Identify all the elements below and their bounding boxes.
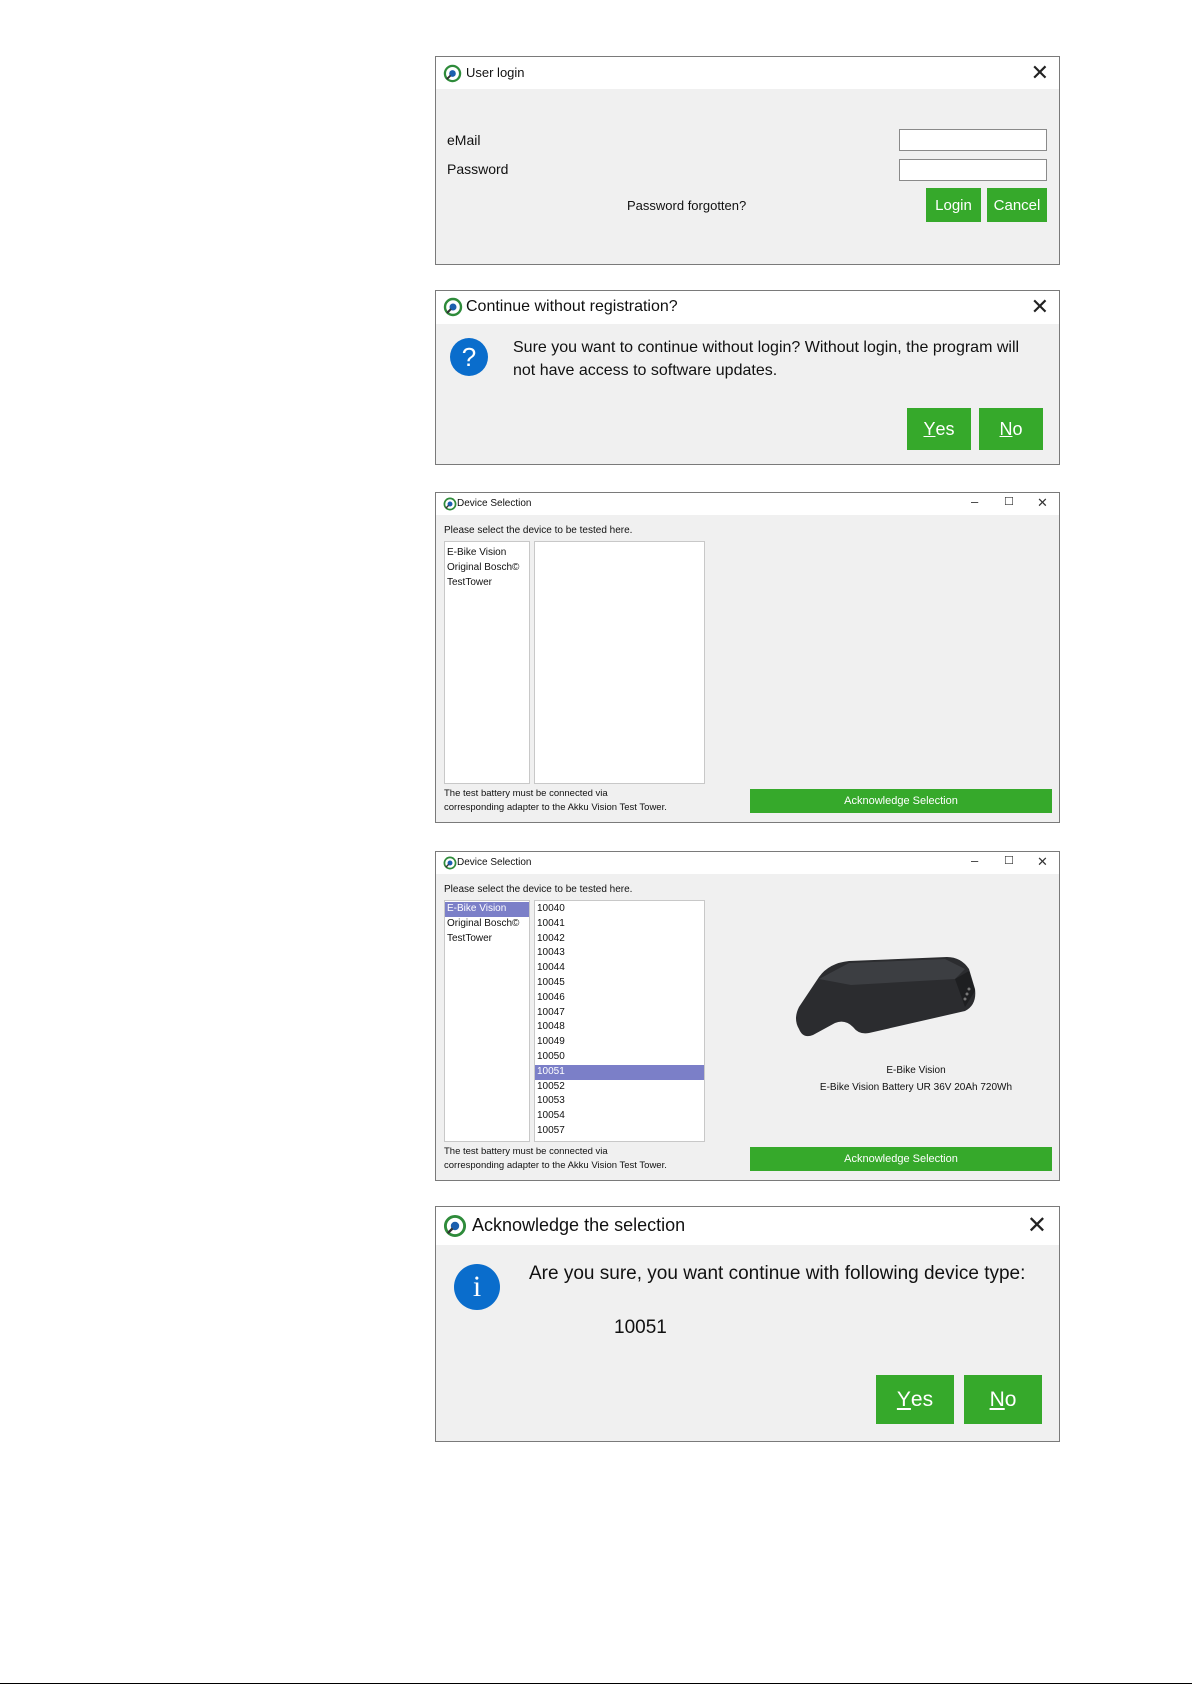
instruction-text: Please select the device to be tested he… (444, 525, 633, 536)
yes-mnemonic: Y (923, 418, 936, 439)
no-label: o (1012, 418, 1023, 439)
device-item-selected[interactable]: 10051 (535, 1064, 704, 1080)
device-item[interactable]: 10052 (535, 1080, 704, 1095)
close-icon[interactable]: ✕ (1031, 294, 1049, 320)
yes-button[interactable]: Yes (907, 408, 971, 450)
app-logo-icon (443, 497, 457, 511)
no-label: o (1004, 1387, 1017, 1411)
device-item[interactable]: 10057 (535, 1124, 704, 1139)
instruction-text: Please select the device to be tested he… (444, 884, 633, 895)
app-logo-icon (443, 297, 463, 317)
message-line-1: Sure you want to continue without login?… (513, 339, 1020, 356)
title-bar: Device Selection – ☐ ✕ (436, 493, 1059, 515)
window-title: Device Selection (457, 498, 532, 509)
acknowledge-selection-button[interactable]: Acknowledge Selection (750, 789, 1052, 813)
device-item[interactable]: 10045 (535, 976, 704, 991)
cancel-button[interactable]: Cancel (987, 188, 1047, 222)
password-field[interactable] (899, 159, 1047, 181)
category-list[interactable]: E-Bike Vision Original Bosch© TestTower (444, 541, 530, 784)
dialog-title: Continue without registration? (466, 298, 678, 315)
no-button[interactable]: No (964, 1375, 1042, 1424)
password-label: Password (447, 161, 509, 177)
minimize-icon[interactable]: – (971, 853, 978, 868)
category-item[interactable]: TestTower (445, 932, 529, 947)
login-button[interactable]: Login (926, 188, 981, 222)
password-forgotten-link[interactable]: Password forgotten? (627, 198, 746, 213)
note-line-2: corresponding adapter to the Akku Vision… (444, 802, 667, 813)
email-label: eMail (447, 132, 481, 148)
question-icon: ? (450, 338, 488, 376)
window-title: User login (466, 65, 525, 80)
no-button[interactable]: No (979, 408, 1043, 450)
device-item[interactable]: 10054 (535, 1109, 704, 1124)
close-icon[interactable]: ✕ (1037, 854, 1048, 870)
device-list[interactable] (534, 541, 705, 784)
device-item[interactable]: 10048 (535, 1020, 704, 1035)
device-item[interactable]: 10043 (535, 946, 704, 961)
yes-label: es (910, 1387, 934, 1411)
category-item[interactable]: TestTower (445, 576, 529, 591)
info-icon: i (454, 1264, 500, 1310)
title-bar: Acknowledge the selection ✕ (436, 1207, 1059, 1245)
title-bar: Continue without registration? ✕ (436, 291, 1059, 324)
dialog-title: Acknowledge the selection (472, 1215, 686, 1235)
note-line-2: corresponding adapter to the Akku Vision… (444, 1160, 667, 1171)
acknowledge-selection-button[interactable]: Acknowledge Selection (750, 1147, 1052, 1171)
close-icon[interactable]: ✕ (1037, 495, 1048, 511)
note-line-1: The test battery must be connected via (444, 1146, 608, 1157)
app-logo-icon (443, 856, 457, 870)
device-selection-window-selected: Device Selection – ☐ ✕ Please select the… (435, 851, 1060, 1181)
minimize-icon[interactable]: – (971, 494, 978, 509)
device-item[interactable]: 10044 (535, 961, 704, 976)
maximize-icon[interactable]: ☐ (1004, 854, 1014, 867)
category-item[interactable]: Original Bosch© (445, 561, 529, 576)
category-item-selected[interactable]: E-Bike Vision (445, 902, 529, 917)
category-item[interactable]: Original Bosch© (445, 917, 529, 932)
yes-label: es (935, 418, 955, 439)
yes-mnemonic: Y (896, 1387, 911, 1411)
note-line-1: The test battery must be connected via (444, 788, 608, 799)
product-description: E-Bike Vision Battery UR 36V 20Ah 720Wh (819, 1082, 1013, 1093)
message-line-2: not have access to software updates. (513, 362, 778, 379)
device-item[interactable]: 10040 (535, 902, 704, 917)
confirm-message: Are you sure, you want continue with fol… (529, 1263, 1026, 1284)
close-icon[interactable]: ✕ (1031, 60, 1049, 86)
email-field[interactable] (899, 129, 1047, 151)
title-bar: Device Selection – ☐ ✕ (436, 852, 1059, 874)
no-mnemonic: N (999, 418, 1013, 439)
device-item[interactable]: 10047 (535, 1006, 704, 1021)
device-item[interactable]: 10049 (535, 1035, 704, 1050)
close-icon[interactable]: ✕ (1027, 1211, 1047, 1240)
window-title: Device Selection (457, 857, 532, 868)
acknowledge-selection-dialog: Acknowledge the selection ✕ i Are you su… (435, 1206, 1060, 1442)
user-login-window: User login ✕ eMail Password Password for… (435, 56, 1060, 265)
device-item[interactable]: 10041 (535, 917, 704, 932)
battery-product-image (796, 957, 976, 1037)
device-list[interactable]: 10040 10041 10042 10043 10044 10045 1004… (534, 900, 705, 1142)
category-list[interactable]: E-Bike Vision Original Bosch© TestTower (444, 900, 530, 1142)
device-item[interactable]: 10046 (535, 991, 704, 1006)
yes-button[interactable]: Yes (876, 1375, 954, 1424)
continue-without-registration-dialog: Continue without registration? ✕ ? Sure … (435, 290, 1060, 465)
no-mnemonic: N (989, 1387, 1005, 1411)
page-bottom-rule (0, 1683, 1192, 1684)
selected-device-type: 10051 (614, 1317, 667, 1338)
category-item[interactable]: E-Bike Vision (445, 546, 529, 561)
app-logo-icon (443, 1214, 467, 1238)
device-item[interactable]: 10050 (535, 1050, 704, 1065)
device-item[interactable]: 10042 (535, 932, 704, 947)
device-selection-window-empty: Device Selection – ☐ ✕ Please select the… (435, 492, 1060, 823)
app-logo-icon (443, 64, 462, 83)
title-bar: User login ✕ (436, 57, 1059, 89)
device-item[interactable]: 10053 (535, 1094, 704, 1109)
product-name: E-Bike Vision (886, 1065, 946, 1076)
maximize-icon[interactable]: ☐ (1004, 495, 1014, 508)
